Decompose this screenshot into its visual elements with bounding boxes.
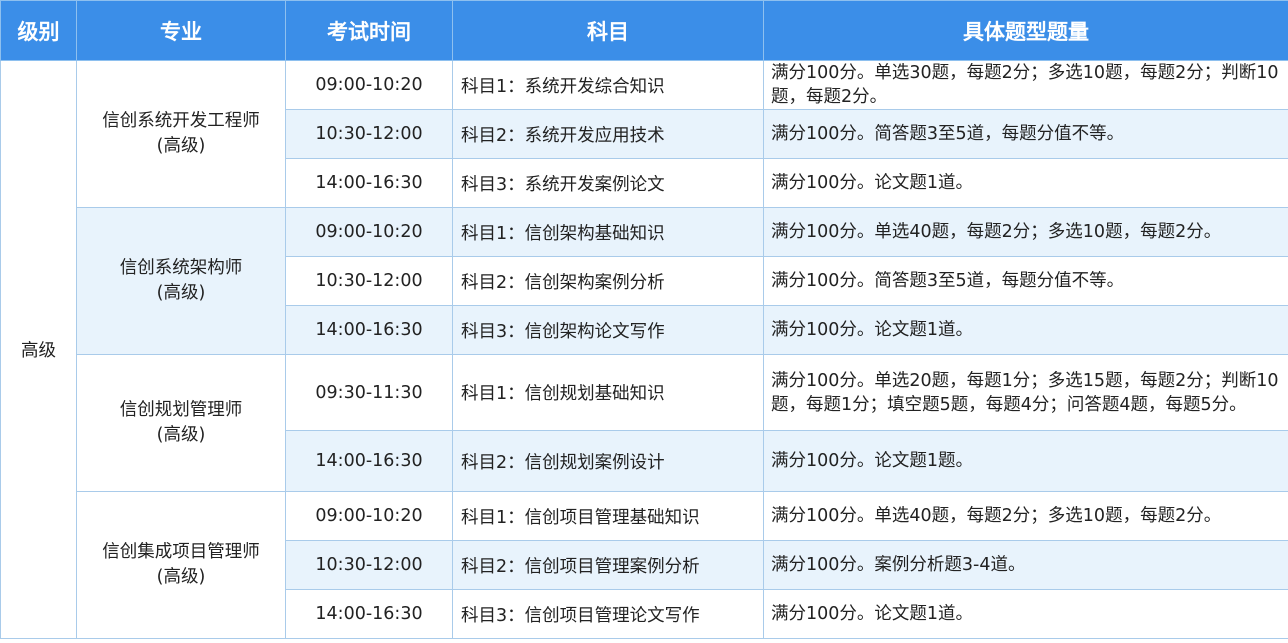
table-row: 信创集成项目管理师 (高级) 09:00-10:20 科目1：信创项目管理基础知… [1,491,1288,639]
subject-cell: 科目1：信创规划基础知识 [452,354,764,431]
table-row: 信创规划管理师 (高级) 09:30-11:30 科目1：信创规划基础知识 满分… [1,354,1288,492]
major-cell: 信创系统架构师 (高级) [76,207,286,355]
detail-cell: 满分100分。简答题3至5道，每题分值不等。 [763,109,1288,159]
time-cell: 10:30-12:00 [285,540,453,590]
subject-cell: 科目3：信创架构论文写作 [452,305,764,355]
detail-cell: 满分100分。单选20题，每题1分；多选15题，每题2分；判断10题，每题1分；… [763,354,1288,431]
time-cell: 14:00-16:30 [285,158,453,208]
major-name: 信创集成项目管理师 [102,542,260,562]
subject-cell: 科目1：系统开发综合知识 [452,60,764,110]
level-cell: 高级 [0,60,77,639]
major-level-note: (高级) [156,136,206,156]
major-cell: 信创规划管理师 (高级) [76,354,286,492]
header-time: 考试时间 [285,0,453,61]
major-name: 信创系统架构师 [119,258,243,278]
time-cell: 09:00-10:20 [285,491,453,541]
detail-cell: 满分100分。论文题1题。 [763,430,1288,492]
subject-cell: 科目2：信创项目管理案例分析 [452,540,764,590]
subject-cell: 科目3：系统开发案例论文 [452,158,764,208]
time-cell: 14:00-16:30 [285,305,453,355]
time-cell: 10:30-12:00 [285,109,453,159]
time-cell: 09:30-11:30 [285,354,453,431]
header-major: 专业 [76,0,286,61]
major-level-note: (高级) [156,567,206,587]
detail-cell: 满分100分。论文题1道。 [763,158,1288,208]
table-row: 信创系统架构师 (高级) 09:00-10:20 科目1：信创架构基础知识 满分… [1,207,1288,355]
subject-cell: 科目2：信创规划案例设计 [452,430,764,492]
time-cell: 14:00-16:30 [285,430,453,492]
subject-cell: 科目2：系统开发应用技术 [452,109,764,159]
time-cell: 14:00-16:30 [285,589,453,639]
subject-cell: 科目1：信创项目管理基础知识 [452,491,764,541]
detail-cell: 满分100分。简答题3至5道，每题分值不等。 [763,256,1288,306]
time-cell: 09:00-10:20 [285,60,453,110]
detail-cell: 满分100分。单选30题，每题2分；多选10题，每题2分；判断10题，每题2分。 [763,60,1288,110]
major-name: 信创规划管理师 [119,400,243,420]
detail-cell: 满分100分。单选40题，每题2分；多选10题，每题2分。 [763,491,1288,541]
detail-cell: 满分100分。论文题1道。 [763,305,1288,355]
major-cell: 信创集成项目管理师 (高级) [76,491,286,639]
subject-cell: 科目1：信创架构基础知识 [452,207,764,257]
subject-cell: 科目2：信创架构案例分析 [452,256,764,306]
header-subject: 科目 [452,0,764,61]
major-cell: 信创系统开发工程师 (高级) [76,60,286,208]
detail-cell: 满分100分。案例分析题3-4道。 [763,540,1288,590]
header-detail: 具体题型题量 [763,0,1288,61]
subject-cell: 科目3：信创项目管理论文写作 [452,589,764,639]
major-name: 信创系统开发工程师 [102,111,260,131]
major-level-note: (高级) [156,425,206,445]
major-level-note: (高级) [156,283,206,303]
time-cell: 09:00-10:20 [285,207,453,257]
header-level: 级别 [0,0,77,61]
table-header-row: 级别 专业 考试时间 科目 具体题型题量 [0,0,1288,61]
exam-schedule-table: 级别 专业 考试时间 科目 具体题型题量 高级 信创系统开发工程师 (高级) 0… [0,0,1288,639]
detail-cell: 满分100分。论文题1道。 [763,589,1288,639]
detail-cell: 满分100分。单选40题，每题2分；多选10题，每题2分。 [763,207,1288,257]
table-row: 高级 信创系统开发工程师 (高级) 09:00-10:20 科目1：系统开发综合… [0,60,1288,639]
time-cell: 10:30-12:00 [285,256,453,306]
